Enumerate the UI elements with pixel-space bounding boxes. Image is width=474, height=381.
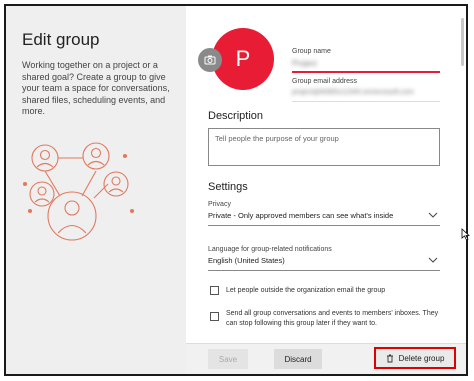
- group-email-label: Group email address: [292, 78, 357, 85]
- language-label: Language for group-related notifications: [208, 246, 332, 253]
- privacy-value: Private - Only approved members can see …: [208, 211, 394, 220]
- chevron-down-icon: [428, 212, 438, 218]
- dialog-description: Working together on a project or a share…: [22, 60, 170, 116]
- edit-group-dialog: Edit group Working together on a project…: [4, 4, 468, 376]
- dialog-title: Edit group: [22, 30, 100, 49]
- group-name-label: Group name: [292, 48, 331, 55]
- chevron-down-icon: [428, 257, 438, 263]
- external-email-label: Let people outside the organization emai…: [226, 287, 386, 294]
- description-heading: Description: [208, 110, 264, 122]
- change-photo-button[interactable]: [198, 48, 222, 72]
- dialog-footer: Save Discard Delete group: [186, 343, 466, 374]
- group-email-underline: [292, 101, 440, 102]
- send-to-inbox-label-line1: Send all group conversations and events …: [226, 310, 439, 317]
- language-value: English (United States): [208, 256, 285, 265]
- description-textarea[interactable]: Tell people the purpose of your group: [208, 128, 440, 166]
- scrollbar[interactable]: [461, 18, 464, 66]
- save-button[interactable]: Save: [208, 349, 248, 369]
- external-email-checkbox[interactable]: [210, 286, 219, 295]
- group-name-input[interactable]: Project: [292, 59, 317, 68]
- settings-heading: Settings: [208, 181, 248, 193]
- edit-form-panel: P Group name Project Group email address…: [186, 6, 466, 374]
- send-to-inbox-checkbox[interactable]: [210, 312, 219, 321]
- group-name-underline: [292, 71, 440, 73]
- delete-group-button[interactable]: Delete group: [374, 347, 456, 369]
- mouse-cursor-icon: [461, 228, 470, 241]
- camera-icon: [204, 55, 216, 65]
- group-email-value: project@M365x12345.onmicrosoft.com: [292, 89, 414, 96]
- privacy-dropdown[interactable]: Private - Only approved members can see …: [208, 211, 440, 226]
- privacy-label: Privacy: [208, 201, 231, 208]
- discard-button[interactable]: Discard: [274, 349, 322, 369]
- language-dropdown[interactable]: English (United States): [208, 256, 440, 271]
- people-network-illustration: [22, 142, 135, 241]
- send-to-inbox-label-line2: can stop following this group later if t…: [226, 320, 377, 327]
- trash-icon: [386, 354, 394, 363]
- delete-group-label: Delete group: [398, 353, 445, 363]
- left-info-panel: Edit group Working together on a project…: [6, 6, 186, 374]
